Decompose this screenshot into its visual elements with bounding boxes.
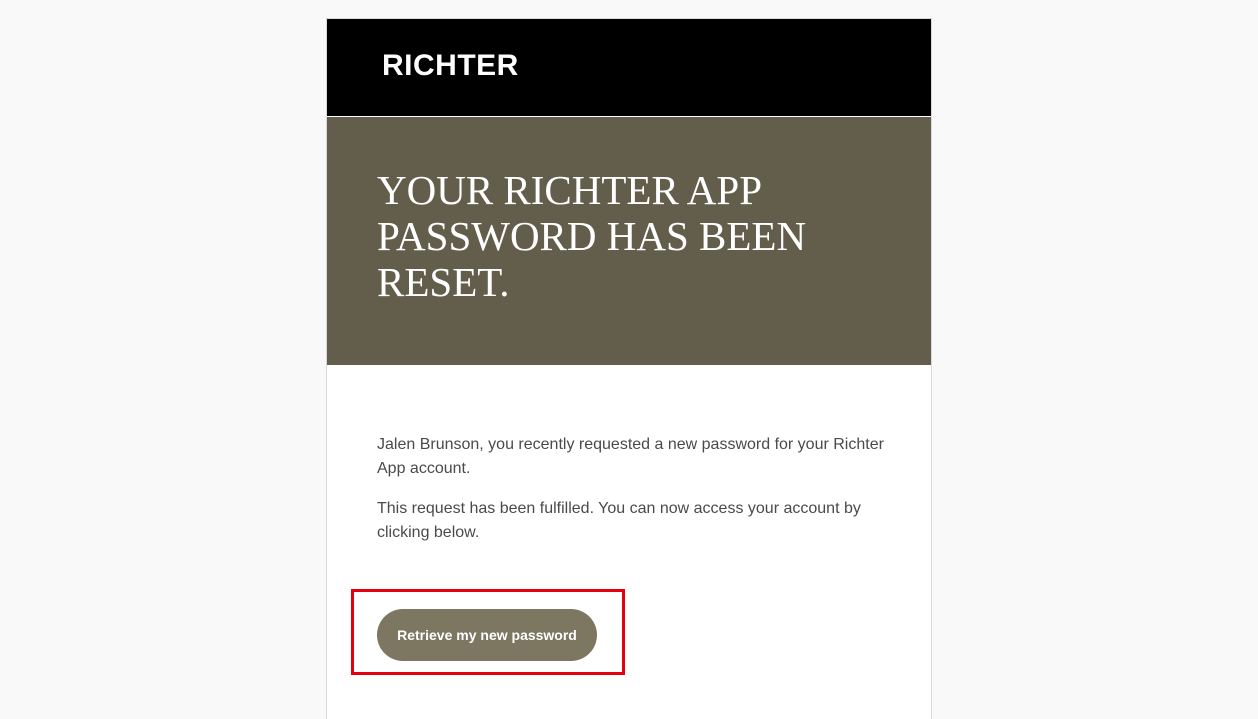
richter-logo: RICHTER	[382, 49, 519, 82]
retrieve-password-button[interactable]: Retrieve my new password	[377, 609, 597, 661]
body-paragraph-request: Jalen Brunson, you recently requested a …	[377, 436, 884, 477]
hero-title: YOUR RICHTER APP PASSWORD HAS BEEN RESET…	[377, 167, 807, 305]
email-body: Jalen Brunson, you recently requested a …	[377, 433, 887, 561]
email-container: RICHTER YOUR RICHTER APP PASSWORD HAS BE…	[326, 18, 932, 719]
hero-banner: YOUR RICHTER APP PASSWORD HAS BEEN RESET…	[327, 117, 931, 365]
email-header: RICHTER	[327, 19, 931, 116]
body-paragraph-fulfilled: This request has been fulfilled. You can…	[377, 500, 861, 541]
